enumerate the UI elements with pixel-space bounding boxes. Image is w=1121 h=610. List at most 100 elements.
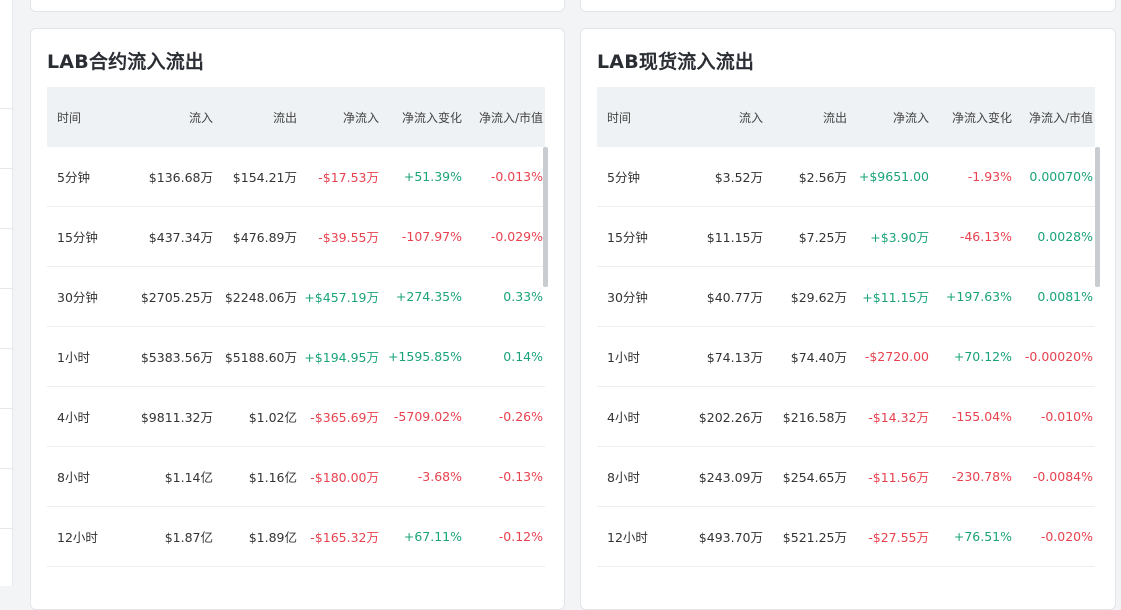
inflow-cell: $2705.25万 — [140, 290, 213, 305]
contract-flow-title: LAB合约流入流出 — [47, 51, 205, 73]
time-cell: 5分钟 — [57, 170, 90, 185]
net-inflow-cell: +$9651.00 — [858, 169, 929, 184]
net-inflow-cell: -$11.56万 — [868, 470, 929, 485]
time-cell: 30分钟 — [57, 290, 98, 305]
time-cell: 1小时 — [57, 350, 90, 365]
outflow-cell: $254.65万 — [782, 470, 847, 485]
table-body: 5分钟 $136.68万 $154.21万 -$17.53万 +51.39% -0.013… — [47, 147, 545, 567]
net-ratio-cell: -0.020% — [1040, 529, 1093, 544]
net-change-cell: +67.11% — [403, 529, 462, 544]
net-inflow-cell: -$165.32万 — [310, 530, 379, 545]
table-row[interactable]: 5分钟 $3.52万 $2.56万 +$9651.00 -1.93% 0.00070% — [597, 147, 1095, 207]
col-change-header[interactable]: 净流入变化 — [381, 109, 464, 126]
contract-flow-table: 时间 流入 流出 净流入 净流入变化 净流入/市值 5分钟 $136.68万 $15… — [47, 87, 545, 567]
previous-card-bottom — [30, 0, 565, 12]
inflow-cell: $1.87亿 — [164, 530, 213, 545]
col-ratio-header[interactable]: 净流入/市值 — [464, 109, 545, 126]
table-scrollbar[interactable] — [1095, 147, 1100, 287]
net-change-cell: +70.12% — [953, 349, 1012, 364]
col-net-header[interactable]: 净流入 — [299, 109, 381, 126]
table-row[interactable]: 4小时 $202.26万 $216.58万 -$14.32万 -155.04% -0.01… — [597, 387, 1095, 447]
net-inflow-cell: -$17.53万 — [318, 170, 379, 185]
net-change-cell: +76.51% — [953, 529, 1012, 544]
outflow-cell: $7.25万 — [798, 230, 847, 245]
net-inflow-cell: -$14.32万 — [868, 410, 929, 425]
table-row[interactable]: 12小时 $1.87亿 $1.89亿 -$165.32万 +67.11% -0.12% — [47, 507, 545, 567]
net-inflow-cell: -$2720.00 — [864, 349, 929, 364]
net-ratio-cell: 0.00070% — [1029, 169, 1093, 184]
col-inflow-header[interactable]: 流入 — [665, 109, 765, 126]
table-row[interactable]: 8小时 $1.14亿 $1.16亿 -$180.00万 -3.68% -0.13% — [47, 447, 545, 507]
time-cell: 8小时 — [607, 470, 640, 485]
outflow-cell: $521.25万 — [782, 530, 847, 545]
net-ratio-cell: 0.0081% — [1037, 289, 1093, 304]
net-inflow-cell: -$39.55万 — [318, 230, 379, 245]
time-cell: 5分钟 — [607, 170, 640, 185]
inflow-cell: $9811.32万 — [140, 410, 213, 425]
net-inflow-cell: +$194.95万 — [304, 350, 379, 365]
time-cell: 12小时 — [57, 530, 98, 545]
col-time-header[interactable]: 时间 — [47, 109, 115, 126]
col-outflow-header[interactable]: 流出 — [765, 109, 849, 126]
inflow-cell: $437.34万 — [148, 230, 213, 245]
table-row[interactable]: 5分钟 $136.68万 $154.21万 -$17.53万 +51.39% -0.013… — [47, 147, 545, 207]
table-row[interactable]: 15分钟 $437.34万 $476.89万 -$39.55万 -107.97% -0.0… — [47, 207, 545, 267]
net-change-cell: -1.93% — [967, 169, 1012, 184]
table-row[interactable]: 15分钟 $11.15万 $7.25万 +$3.90万 -46.13% 0.0028% — [597, 207, 1095, 267]
contract-flow-card: LAB合约流入流出 时间 流入 流出 净流入 净流入变化 净流入/市值 5分钟 $… — [30, 28, 565, 610]
net-change-cell: -230.78% — [951, 469, 1012, 484]
spot-flow-table: 时间 流入 流出 净流入 净流入变化 净流入/市值 5分钟 $3.52万 $2.56… — [597, 87, 1095, 567]
net-ratio-cell: -0.013% — [490, 169, 543, 184]
table-row[interactable]: 12小时 $493.70万 $521.25万 -$27.55万 +76.51% -0.02… — [597, 507, 1095, 567]
col-time-header[interactable]: 时间 — [597, 109, 665, 126]
outflow-cell: $154.21万 — [232, 170, 297, 185]
net-ratio-cell: -0.26% — [498, 409, 543, 424]
outflow-cell: $1.89亿 — [248, 530, 297, 545]
inflow-cell: $74.13万 — [706, 350, 763, 365]
net-ratio-cell: -0.0084% — [1032, 469, 1093, 484]
col-change-header[interactable]: 净流入变化 — [931, 109, 1014, 126]
net-inflow-cell: +$11.15万 — [862, 290, 929, 305]
net-inflow-cell: +$3.90万 — [870, 230, 929, 245]
net-change-cell: -46.13% — [959, 229, 1012, 244]
table-row[interactable]: 4小时 $9811.32万 $1.02亿 -$365.69万 -5709.02% -0.2… — [47, 387, 545, 447]
net-ratio-cell: 0.0028% — [1037, 229, 1093, 244]
net-ratio-cell: -0.010% — [1040, 409, 1093, 424]
time-cell: 4小时 — [57, 410, 90, 425]
col-net-header[interactable]: 净流入 — [849, 109, 931, 126]
table-header: 时间 流入 流出 净流入 净流入变化 净流入/市值 — [47, 87, 545, 147]
table-row[interactable]: 30分钟 $2705.25万 $2248.06万 +$457.19万 +274.35% 0… — [47, 267, 545, 327]
inflow-cell: $3.52万 — [714, 170, 763, 185]
outflow-cell: $2248.06万 — [224, 290, 297, 305]
net-change-cell: +1595.85% — [387, 349, 462, 364]
outflow-cell: $476.89万 — [232, 230, 297, 245]
time-cell: 15分钟 — [57, 230, 98, 245]
time-cell: 12小时 — [607, 530, 648, 545]
table-row[interactable]: 30分钟 $40.77万 $29.62万 +$11.15万 +197.63% 0.0081… — [597, 267, 1095, 327]
net-ratio-cell: -0.13% — [498, 469, 543, 484]
inflow-cell: $136.68万 — [148, 170, 213, 185]
inflow-cell: $243.09万 — [698, 470, 763, 485]
left-sidebar-edge — [0, 0, 13, 586]
net-ratio-cell: -0.12% — [498, 529, 543, 544]
table-body: 5分钟 $3.52万 $2.56万 +$9651.00 -1.93% 0.00070% 15… — [597, 147, 1095, 567]
net-inflow-cell: -$27.55万 — [868, 530, 929, 545]
net-ratio-cell: 0.14% — [503, 349, 543, 364]
col-inflow-header[interactable]: 流入 — [115, 109, 215, 126]
inflow-cell: $202.26万 — [698, 410, 763, 425]
col-ratio-header[interactable]: 净流入/市值 — [1014, 109, 1095, 126]
net-ratio-cell: 0.33% — [503, 289, 543, 304]
outflow-cell: $1.16亿 — [248, 470, 297, 485]
net-change-cell: +51.39% — [403, 169, 462, 184]
table-row[interactable]: 1小时 $5383.56万 $5188.60万 +$194.95万 +1595.85% 0… — [47, 327, 545, 387]
net-inflow-cell: -$180.00万 — [310, 470, 379, 485]
inflow-cell: $493.70万 — [698, 530, 763, 545]
time-cell: 30分钟 — [607, 290, 648, 305]
net-change-cell: +197.63% — [945, 289, 1012, 304]
table-scrollbar[interactable] — [543, 147, 548, 287]
table-row[interactable]: 1小时 $74.13万 $74.40万 -$2720.00 +70.12% -0.0002… — [597, 327, 1095, 387]
net-inflow-cell: -$365.69万 — [310, 410, 379, 425]
col-outflow-header[interactable]: 流出 — [215, 109, 299, 126]
table-row[interactable]: 8小时 $243.09万 $254.65万 -$11.56万 -230.78% -0.00… — [597, 447, 1095, 507]
net-change-cell: -155.04% — [951, 409, 1012, 424]
